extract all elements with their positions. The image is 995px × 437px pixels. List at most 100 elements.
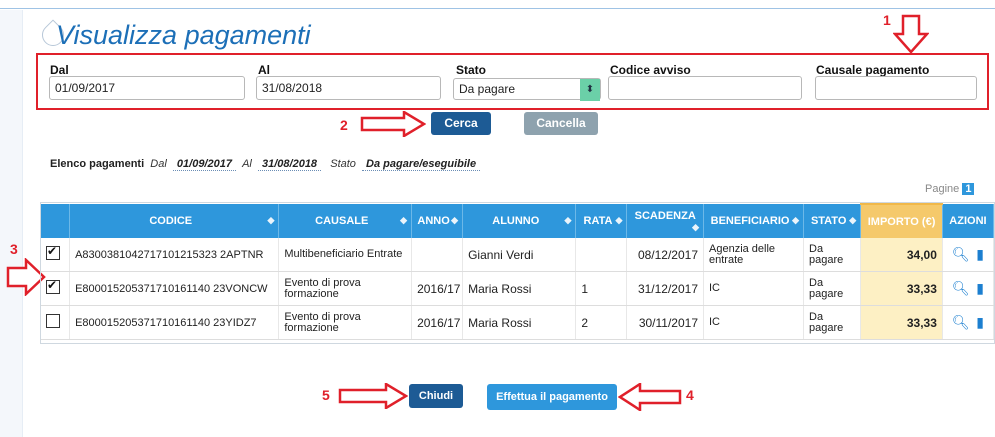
header-scadenza[interactable]: SCADENZA ◆	[626, 204, 704, 238]
cell-beneficiario: IC	[703, 271, 805, 306]
header-anno[interactable]: ANNO ◆	[411, 204, 464, 238]
sort-icon: ◆	[615, 215, 623, 225]
header-beneficiario[interactable]: BENEFICIARIO ◆	[703, 204, 805, 238]
al-label: Al	[258, 63, 270, 77]
effettua-pagamento-button[interactable]: Effettua il pagamento	[487, 384, 617, 410]
header-scadenza-label: SCADENZA	[634, 209, 696, 222]
cell-scadenza: 08/12/2017	[626, 238, 704, 272]
cell-rata	[575, 238, 628, 272]
stato-select-value: Da pagare	[459, 82, 516, 96]
cell-codice: E800015205371710161140 23YIDZ7	[69, 305, 280, 340]
cell-stato: Da pagare	[803, 238, 862, 272]
header-beneficiario-label: BENEFICIARIO	[710, 215, 790, 227]
causale-pagamento-label: Causale pagamento	[816, 63, 930, 77]
codice-avviso-input[interactable]	[608, 76, 802, 100]
header-causale[interactable]: CAUSALE ◆	[278, 204, 413, 238]
document-icon[interactable]: ▮	[976, 314, 984, 331]
annotation-1-label: 1	[883, 12, 891, 28]
cell-stato: Da pagare	[803, 271, 862, 306]
cell-codice: E800015205371710161140 23VONCW	[69, 271, 280, 306]
header-select	[41, 204, 71, 238]
cancella-button[interactable]: Cancella	[524, 112, 598, 135]
cell-alunno: Gianni Verdi	[462, 238, 577, 272]
search-icon[interactable]: 🔍︎	[952, 314, 970, 331]
annotation-4-arrow	[618, 383, 682, 411]
cell-alunno: Maria Rossi	[462, 305, 577, 340]
sort-icon: ◆	[849, 215, 857, 225]
row-checkbox[interactable]	[46, 244, 60, 260]
annotation-3-label: 3	[10, 241, 18, 257]
cell-rata: 1	[575, 271, 628, 306]
cell-select[interactable]	[41, 305, 71, 340]
left-decoration	[0, 10, 23, 437]
header-alunno[interactable]: ALUNNO ◆	[462, 204, 577, 238]
al-input[interactable]: 31/08/2018	[256, 76, 441, 100]
header-azioni: AZIONI	[942, 204, 994, 238]
stato-label: Stato	[456, 63, 486, 77]
cell-codice: A8300381042717101215323 2APTNR	[69, 238, 280, 272]
header-stato[interactable]: STATO ◆	[803, 204, 862, 238]
header-codice[interactable]: CODICE ◆	[69, 204, 280, 238]
annotation-5-label: 5	[322, 387, 330, 403]
cell-anno: 2016/17	[411, 305, 464, 340]
top-divider	[0, 8, 995, 9]
causale-pagamento-input[interactable]	[815, 76, 977, 100]
row-checkbox[interactable]	[46, 278, 60, 294]
header-stato-label: STATO	[810, 215, 847, 227]
chiudi-button[interactable]: Chiudi	[409, 384, 463, 408]
cell-stato: Da pagare	[803, 305, 862, 340]
sort-icon: ◆	[692, 221, 699, 232]
stato-select[interactable]: Da pagare ⬍	[453, 78, 601, 101]
pager-current-page[interactable]: 1	[962, 183, 975, 195]
document-icon[interactable]: ▮	[976, 246, 984, 263]
table-row[interactable]: E800015205371710161140 23YIDZ7 Evento di …	[41, 305, 994, 340]
sort-icon: ◆	[792, 215, 800, 225]
summary-al-value: 31/08/2018	[258, 158, 322, 171]
header-rata-label: RATA	[583, 215, 613, 227]
summary-title: Elenco pagamenti	[50, 158, 145, 170]
annotation-2-label: 2	[340, 117, 348, 133]
select-updown-icon: ⬍	[580, 79, 600, 101]
page-title: Visualizza pagamenti	[56, 20, 311, 50]
cell-causale: Evento di prova formazione	[278, 305, 413, 340]
cell-select[interactable]	[41, 238, 71, 272]
cell-scadenza: 30/11/2017	[626, 305, 704, 340]
search-icon[interactable]: 🔍︎	[952, 246, 970, 263]
cell-causale: Multibeneficiario Entrate	[278, 238, 413, 272]
table-header-row: CODICE ◆ CAUSALE ◆ ANNO ◆ ALUNNO ◆ RATA ◆ SCA…	[41, 203, 994, 238]
header-azioni-label: AZIONI	[949, 215, 987, 227]
payments-table-wrap: CODICE ◆ CAUSALE ◆ ANNO ◆ ALUNNO ◆ RATA ◆ SCA…	[40, 202, 995, 344]
header-alunno-label: ALUNNO	[492, 215, 540, 227]
search-icon[interactable]: 🔍︎	[952, 280, 970, 297]
cerca-button[interactable]: Cerca	[431, 112, 491, 135]
cell-azioni: 🔍︎ ▮	[942, 305, 994, 340]
header-anno-label: ANNO	[417, 215, 450, 227]
row-checkbox[interactable]	[46, 314, 60, 328]
payments-table: CODICE ◆ CAUSALE ◆ ANNO ◆ ALUNNO ◆ RATA ◆ SCA…	[41, 203, 994, 340]
table-row[interactable]: E800015205371710161140 23VONCWEvento di …	[41, 271, 994, 306]
annotation-4-label: 4	[686, 387, 694, 403]
summary-stato-value: Da pagare/eseguibile	[362, 158, 481, 171]
cell-importo: 33,33	[860, 305, 943, 340]
header-importo[interactable]: IMPORTO (€)	[860, 203, 943, 238]
cell-beneficiario: IC	[703, 305, 805, 340]
cell-anno	[411, 238, 464, 272]
annotation-1-arrow	[893, 14, 929, 54]
header-importo-label: IMPORTO (€)	[867, 215, 936, 228]
sort-icon: ◆	[564, 215, 572, 225]
summary-dal-label: Dal	[150, 158, 167, 170]
cell-alunno: Maria Rossi	[462, 271, 577, 306]
annotation-2-arrow	[360, 111, 426, 137]
document-icon[interactable]: ▮	[976, 280, 984, 297]
summary-stato-label: Stato	[330, 158, 356, 170]
header-causale-label: CAUSALE	[315, 215, 369, 227]
table-row[interactable]: A8300381042717101215323 2APTNRMultibenef…	[41, 238, 994, 272]
header-rata[interactable]: RATA ◆	[575, 204, 628, 238]
dal-label: Dal	[50, 63, 69, 77]
dal-input[interactable]: 01/09/2017	[49, 76, 245, 100]
header-codice-label: CODICE	[149, 215, 193, 227]
cell-azioni: 🔍︎ ▮	[942, 271, 994, 306]
cell-scadenza: 31/12/2017	[626, 271, 704, 306]
cell-rata: 2	[575, 305, 628, 340]
cell-select[interactable]	[41, 271, 71, 306]
